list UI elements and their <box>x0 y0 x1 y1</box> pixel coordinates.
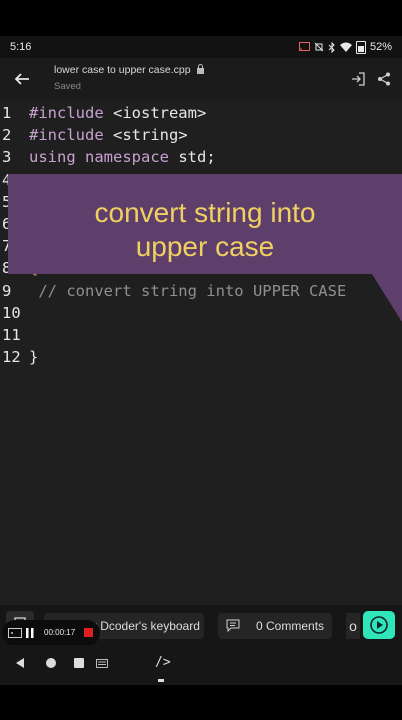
share-icon <box>378 72 390 86</box>
lock-icon <box>196 64 204 74</box>
code-token: using <box>29 148 76 167</box>
banner-line-1: convert string into <box>94 197 316 228</box>
line-number: 1 <box>2 104 12 122</box>
file-title: lower case to upper case.cpp <box>54 64 205 76</box>
line-number: 11 <box>2 326 21 344</box>
login-icon <box>352 72 365 86</box>
play-icon <box>370 616 388 634</box>
banner-text: convert string into upper case <box>40 196 370 264</box>
wifi-icon <box>339 42 352 52</box>
login-button[interactable] <box>349 70 367 88</box>
code-token: <iostream> <box>103 104 207 122</box>
file-name: lower case to upper case.cpp <box>54 64 191 76</box>
code-token: <string> <box>103 126 188 145</box>
code-view-label[interactable]: /> <box>155 655 171 670</box>
line-code: } <box>29 346 38 368</box>
mute-icon <box>314 42 324 52</box>
line-number: 2 <box>2 126 12 145</box>
battery-icon <box>355 40 366 54</box>
status-time: 5:16 <box>10 41 32 53</box>
screen-recorder: 00:00:17 <box>2 620 100 646</box>
more-button[interactable]: o <box>346 613 360 639</box>
status-bar: 5:16 52% <box>0 36 402 58</box>
line-code: #include <string> <box>29 124 188 146</box>
run-button[interactable] <box>363 611 395 639</box>
recorder-icon <box>8 628 22 638</box>
system-navbar: /> <box>0 645 402 685</box>
comments-button[interactable]: 0 Comments <box>218 613 332 639</box>
code-token: } <box>29 348 39 367</box>
banner-line-2: upper case <box>135 231 275 262</box>
line-code: #include <iostream> <box>29 102 206 124</box>
code-token: #include <box>29 126 104 145</box>
app-bar: lower case to upper case.cpp Saved <box>0 58 402 100</box>
more-label: o <box>349 618 357 634</box>
nav-back-icon[interactable] <box>14 657 26 669</box>
share-button[interactable] <box>375 70 393 88</box>
line-code: using namespace std; <box>29 146 216 168</box>
nav-recents-icon[interactable] <box>74 658 84 668</box>
top-black-band <box>0 0 402 36</box>
title-banner: convert string into upper case <box>0 174 402 322</box>
comment-icon <box>226 619 240 632</box>
comments-label: 0 Comments <box>256 619 325 633</box>
status-icons: 52% <box>298 40 392 54</box>
code-token: std; <box>169 148 216 167</box>
recording-time: 00:00:17 <box>44 628 76 637</box>
save-status: Saved <box>54 81 81 92</box>
keyboard-hide-icon[interactable] <box>96 659 108 668</box>
code-token: #include <box>29 104 104 122</box>
pause-icon[interactable] <box>26 628 34 638</box>
line-number: 3 <box>2 148 12 167</box>
bottom-black-band <box>0 685 402 720</box>
stop-icon[interactable] <box>84 628 93 637</box>
code-token: namespace <box>85 148 170 167</box>
cast-icon <box>298 42 310 51</box>
battery-level: 52% <box>369 41 392 53</box>
back-button[interactable] <box>10 67 34 91</box>
nav-home-icon[interactable] <box>45 657 57 669</box>
gesture-indicator <box>158 679 164 682</box>
bluetooth-icon <box>328 41 335 53</box>
back-arrow-icon <box>14 73 29 85</box>
line-number: 12 <box>2 348 21 367</box>
